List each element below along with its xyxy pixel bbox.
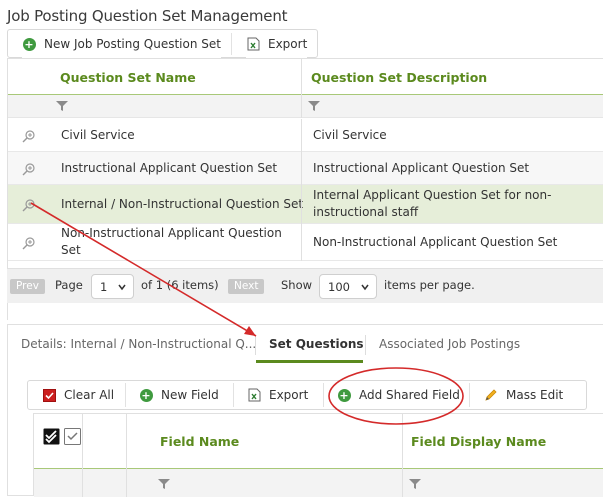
chevron-down-icon (118, 284, 126, 291)
add-icon: + (139, 388, 153, 402)
filter-icon[interactable] (158, 478, 170, 490)
page-select-value: 1 (100, 279, 108, 294)
filter-icon[interactable] (409, 478, 421, 490)
question-set-name: Civil Service (61, 127, 135, 142)
top-toolbar: + New Job Posting Question Set Export (7, 29, 318, 58)
checkbox-icon[interactable] (64, 428, 81, 445)
excel-icon (247, 388, 261, 402)
column-header-field-name[interactable]: Field Name (160, 414, 239, 469)
mass-edit-button[interactable]: Mass Edit (484, 381, 564, 409)
new-question-set-label: New Job Posting Question Set (44, 37, 221, 51)
tab-divider (255, 335, 256, 355)
active-tab-indicator (256, 360, 363, 363)
column-header-field-display-name[interactable]: Field Display Name (411, 414, 546, 469)
page-title: Job Posting Question Set Management (7, 7, 288, 25)
magnify-icon[interactable] (22, 162, 36, 176)
add-icon: + (337, 388, 351, 402)
chevron-down-icon (361, 284, 369, 291)
per-page-suffix: items per page. (384, 278, 475, 292)
filter-row (8, 95, 603, 118)
pencil-icon (484, 388, 498, 402)
question-set-description: Civil Service (313, 127, 387, 142)
export-button[interactable]: Export (247, 381, 309, 409)
add-icon: + (22, 37, 36, 51)
prev-page-button[interactable]: Prev (10, 279, 45, 294)
column-header-question-set-description[interactable]: Question Set Description (311, 59, 487, 96)
question-set-name: Internal / Non-Instructional Question Se… (61, 196, 304, 211)
grid-header: Question Set Name Question Set Descripti… (8, 58, 603, 96)
new-field-label: New Field (161, 388, 219, 402)
select-all-checkbox-icon[interactable] (43, 428, 60, 445)
new-field-button[interactable]: + New Field (139, 381, 219, 409)
grid-header: Field Name Field Display Name (34, 414, 603, 469)
question-set-name: Non-Instructional Applicant Question Set (61, 226, 282, 257)
next-page-button[interactable]: Next (228, 279, 265, 294)
table-row[interactable]: Civil Service Civil Service (8, 119, 603, 152)
set-questions-toolbar: Clear All + New Field Export + Add Share… (27, 380, 587, 410)
per-page-select[interactable]: 100 (319, 274, 377, 299)
page-select[interactable]: 1 (91, 274, 134, 299)
toolbar-divider (231, 33, 232, 55)
tab-divider (365, 335, 366, 355)
question-set-name: Instructional Applicant Question Set (61, 160, 278, 175)
add-shared-field-label: Add Shared Field (359, 388, 460, 402)
filter-row (34, 469, 603, 497)
new-question-set-button[interactable]: + New Job Posting Question Set (22, 30, 221, 58)
add-shared-field-button[interactable]: + Add Shared Field (337, 381, 460, 409)
magnify-icon[interactable] (22, 198, 36, 212)
tab-set-questions[interactable]: Set Questions (269, 325, 364, 363)
table-row[interactable]: Instructional Applicant Question Set Ins… (8, 152, 603, 185)
table-row[interactable]: Non-Instructional Applicant Question Set… (8, 224, 603, 261)
export-button[interactable]: Export (246, 30, 308, 58)
pager: Prev Page 1 of 1 (6 items) Next Show 100… (7, 268, 603, 303)
clear-all-label: Clear All (64, 388, 115, 402)
per-page-value: 100 (328, 279, 350, 294)
export-label: Export (268, 37, 308, 51)
column-header-question-set-name[interactable]: Question Set Name (60, 59, 196, 96)
tab-associated-job-postings[interactable]: Associated Job Postings (379, 325, 520, 363)
question-set-description: Internal Applicant Question Set for non-… (313, 188, 552, 219)
filter-icon[interactable] (308, 100, 320, 112)
magnify-icon[interactable] (22, 236, 36, 250)
excel-icon (246, 37, 260, 51)
tab-details[interactable]: Details: Internal / Non-Instructional Q.… (21, 325, 256, 363)
checkbox-icon (42, 388, 56, 402)
show-label: Show (281, 278, 313, 292)
set-questions-grid: Field Name Field Display Name (33, 413, 603, 497)
question-set-description: Non-Instructional Applicant Question Set (313, 234, 558, 249)
question-set-description: Instructional Applicant Question Set (313, 160, 530, 175)
magnify-icon[interactable] (22, 129, 36, 143)
table-row[interactable]: Internal / Non-Instructional Question Se… (8, 185, 603, 224)
page-count-text: of 1 (6 items) (141, 278, 219, 292)
clear-all-button[interactable]: Clear All (42, 381, 115, 409)
page-label: Page (55, 278, 83, 292)
export-label: Export (269, 388, 309, 402)
mass-edit-label: Mass Edit (506, 388, 564, 402)
filter-icon[interactable] (56, 100, 68, 112)
